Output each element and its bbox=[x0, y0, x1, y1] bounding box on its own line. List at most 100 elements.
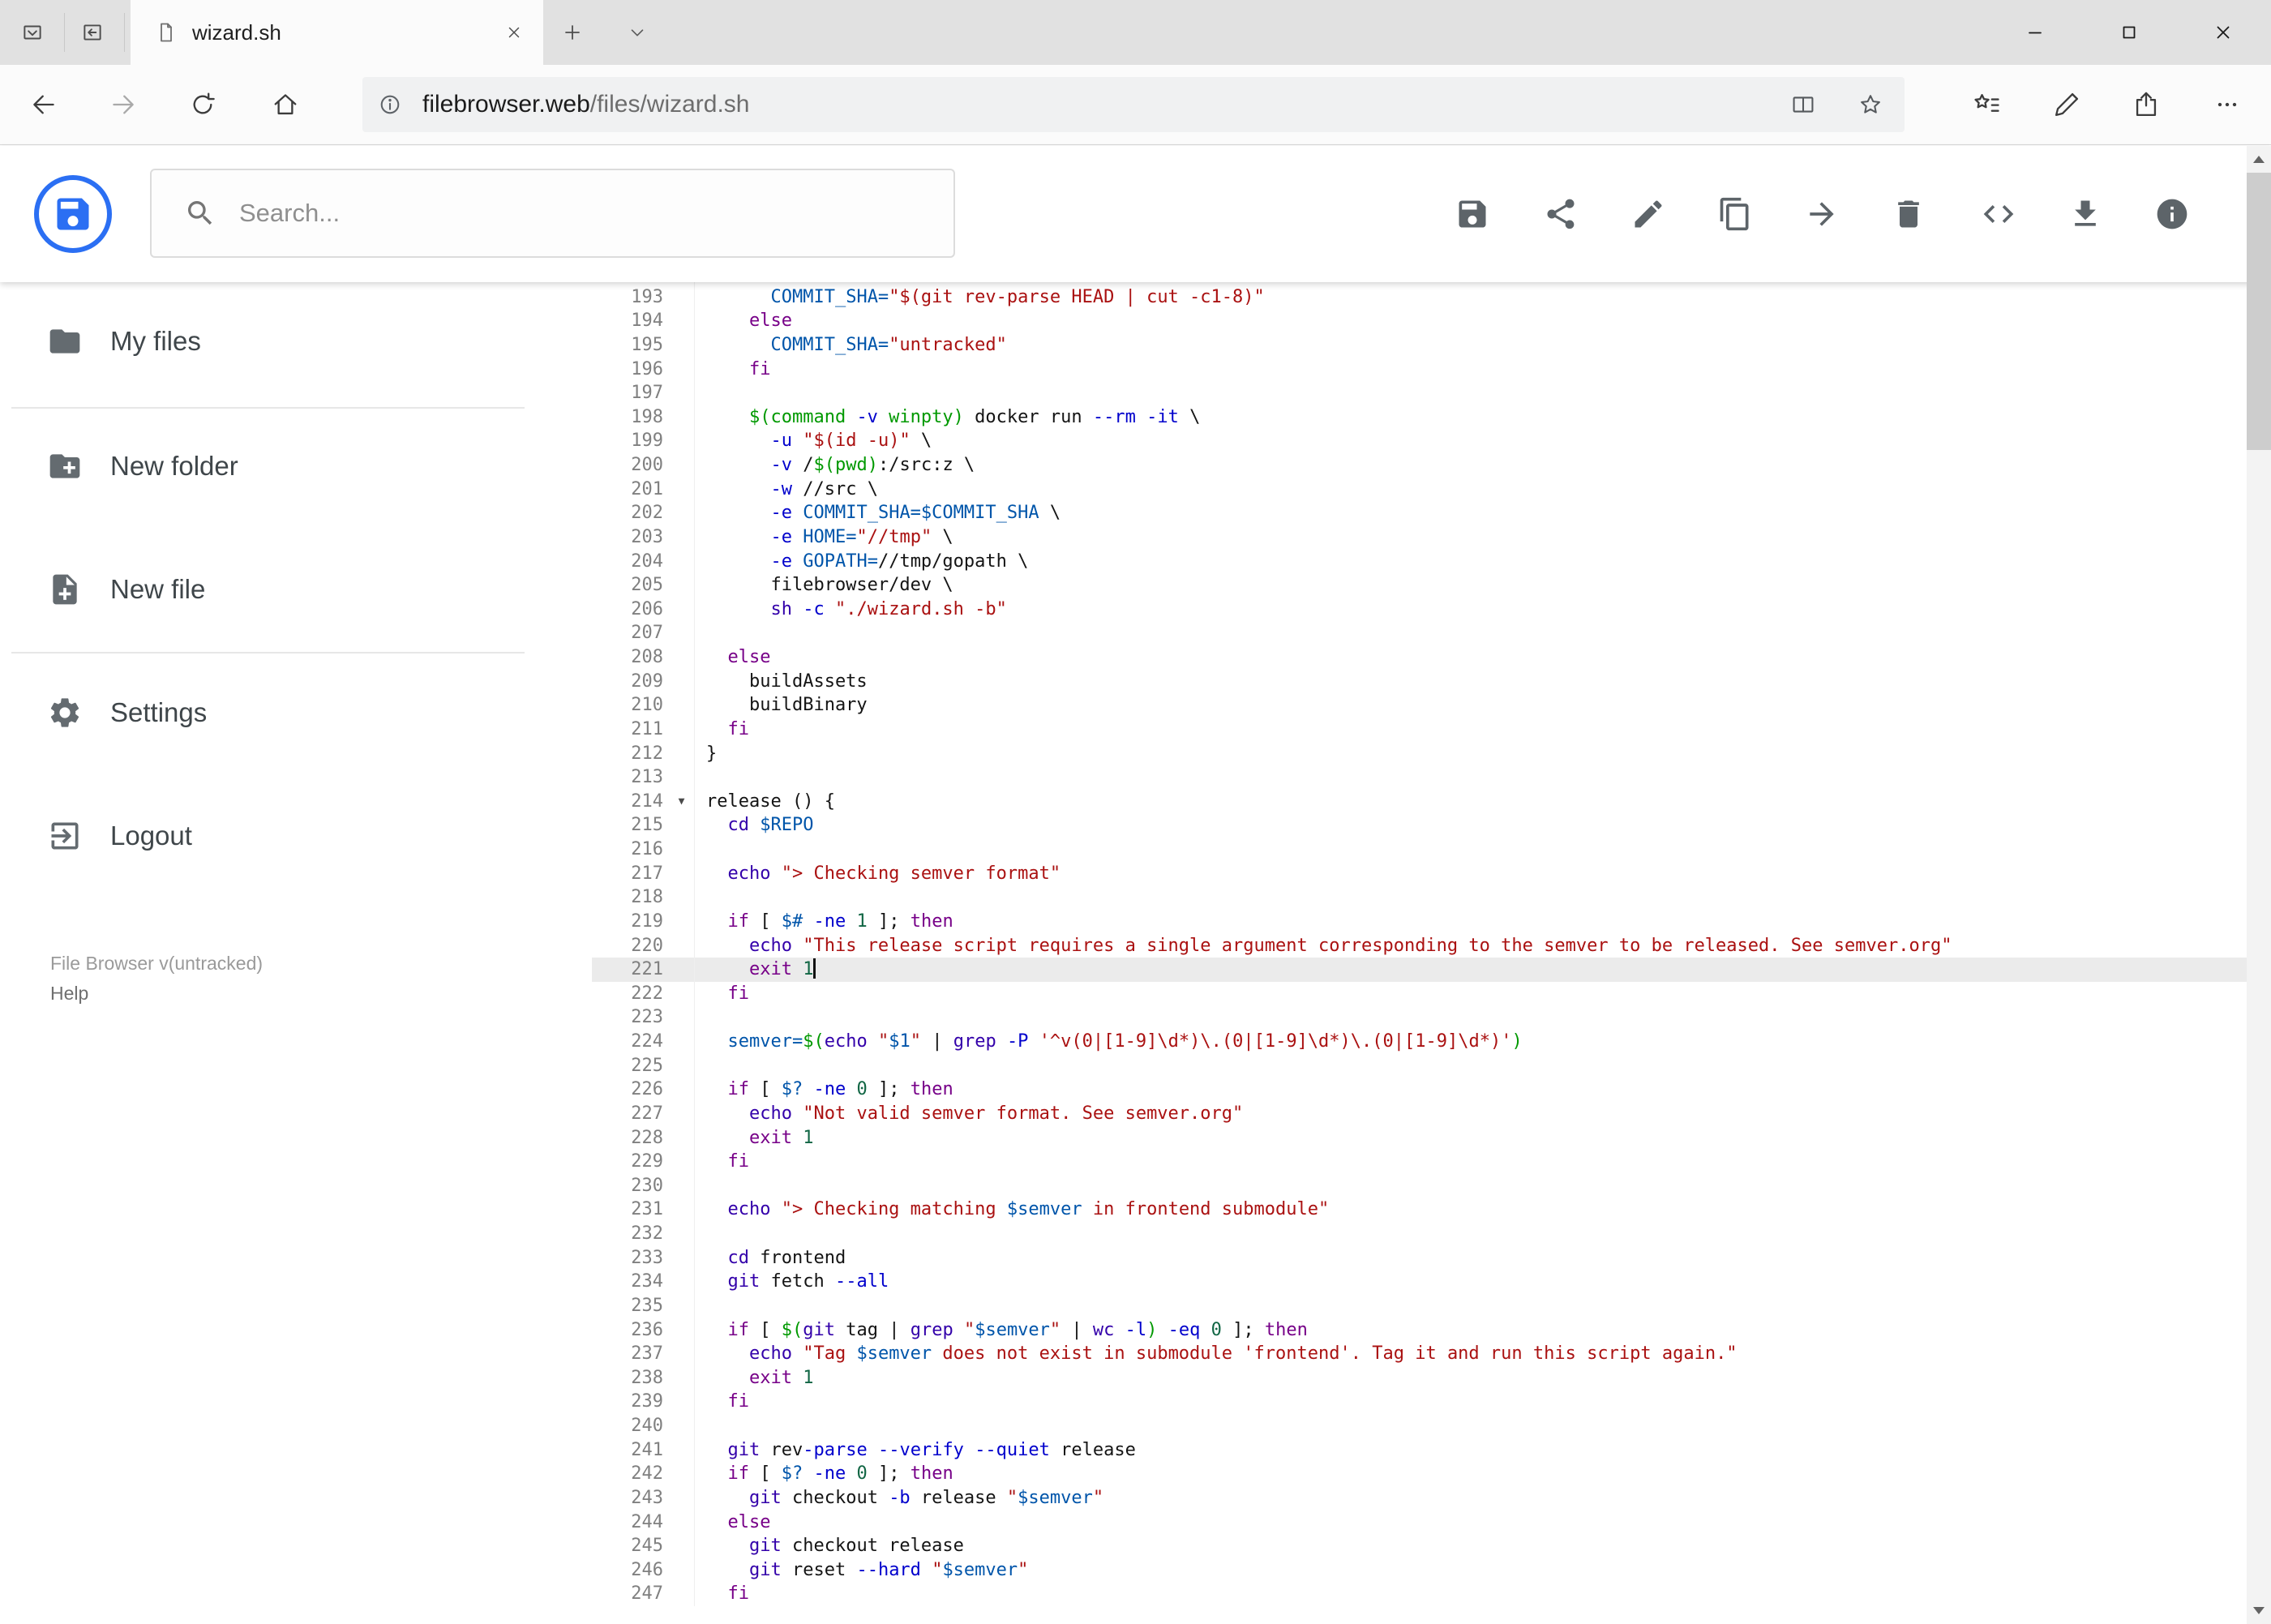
code-line[interactable]: 220 echo "This release script requires a… bbox=[592, 933, 2247, 958]
code-line[interactable]: 224 semver=$(echo "$1" | grep -P '^v(0|[… bbox=[592, 1030, 2247, 1054]
code-line[interactable]: 231 echo "> Checking matching $semver in… bbox=[592, 1198, 2247, 1222]
code-line[interactable]: 240 bbox=[592, 1414, 2247, 1438]
code-line[interactable]: 229 fi bbox=[592, 1150, 2247, 1174]
code-line[interactable]: 201 -w //src \ bbox=[592, 477, 2247, 502]
window-minimize-button[interactable] bbox=[1988, 0, 2082, 65]
search-input[interactable] bbox=[238, 198, 873, 229]
code-line[interactable]: 238 exit 1 bbox=[592, 1365, 2247, 1390]
hub-button[interactable] bbox=[1958, 75, 2016, 134]
code-line[interactable]: 207 bbox=[592, 621, 2247, 645]
code-view-button[interactable] bbox=[1963, 178, 2034, 250]
filebrowser-logo[interactable] bbox=[34, 175, 112, 253]
code-line[interactable]: 230 bbox=[592, 1173, 2247, 1198]
code-line[interactable]: 225 bbox=[592, 1053, 2247, 1078]
code-line[interactable]: 219 if [ $# -ne 1 ]; then bbox=[592, 909, 2247, 934]
back-button[interactable] bbox=[15, 75, 73, 134]
add-favorite-button[interactable] bbox=[1848, 90, 1893, 119]
window-maximize-button[interactable] bbox=[2082, 0, 2176, 65]
code-line[interactable]: 205 filebrowser/dev \ bbox=[592, 573, 2247, 598]
code-line[interactable]: 202 -e COMMIT_SHA=$COMMIT_SHA \ bbox=[592, 501, 2247, 525]
code-line[interactable]: 245 git checkout release bbox=[592, 1534, 2247, 1558]
download-button[interactable] bbox=[2050, 178, 2121, 250]
sidebar-item-logout[interactable]: Logout bbox=[0, 787, 592, 885]
code-line[interactable]: 242 if [ $? -ne 0 ]; then bbox=[592, 1462, 2247, 1486]
sidebar-item-new-folder[interactable]: New folder bbox=[0, 418, 592, 515]
copy-button[interactable] bbox=[1699, 178, 1771, 250]
fold-toggle-icon[interactable]: ▼ bbox=[669, 789, 695, 814]
url-text[interactable]: filebrowser.web/files/wizard.sh bbox=[422, 91, 750, 118]
code-line[interactable]: 223 bbox=[592, 1005, 2247, 1030]
code-line[interactable]: 211 fi bbox=[592, 717, 2247, 742]
move-button[interactable] bbox=[1786, 178, 1858, 250]
code-line[interactable]: 195 COMMIT_SHA="untracked" bbox=[592, 332, 2247, 358]
reading-view-button[interactable] bbox=[1780, 90, 1826, 119]
tab-list-dropdown-button[interactable] bbox=[613, 11, 662, 54]
code-line[interactable]: 199 -u "$(id -u)" \ bbox=[592, 429, 2247, 453]
forward-button[interactable] bbox=[94, 75, 152, 134]
code-line[interactable]: 209 buildAssets bbox=[592, 669, 2247, 694]
code-line[interactable]: 196 fi bbox=[592, 357, 2247, 382]
code-line[interactable]: 210 buildBinary bbox=[592, 693, 2247, 718]
code-line[interactable]: 228 exit 1 bbox=[592, 1125, 2247, 1151]
code-line[interactable]: 193 COMMIT_SHA="$(git rev-parse HEAD | c… bbox=[592, 285, 2247, 310]
share-button[interactable] bbox=[2117, 75, 2175, 134]
code-line[interactable]: 233 cd frontend bbox=[592, 1245, 2247, 1270]
code-line[interactable]: 204 -e GOPATH=//tmp/gopath \ bbox=[592, 549, 2247, 574]
code-line[interactable]: 218 bbox=[592, 885, 2247, 910]
code-line[interactable]: 234 git fetch --all bbox=[592, 1270, 2247, 1294]
code-line[interactable]: 214 ▼ release () { bbox=[592, 789, 2247, 814]
scrollbar-thumb[interactable] bbox=[2247, 173, 2271, 450]
tab-preview-button[interactable] bbox=[11, 11, 54, 54]
code-line[interactable]: 206 sh -c "./wizard.sh -b" bbox=[592, 597, 2247, 622]
code-line[interactable]: 237 echo "Tag $semver does not exist in … bbox=[592, 1342, 2247, 1366]
sidebar-item-settings[interactable]: Settings bbox=[0, 664, 592, 761]
code-line[interactable]: 235 bbox=[592, 1293, 2247, 1318]
code-line[interactable]: 236 if [ $(git tag | grep "$semver" | wc… bbox=[592, 1318, 2247, 1343]
code-line[interactable]: 213 bbox=[592, 765, 2247, 790]
code-line[interactable]: 212} bbox=[592, 741, 2247, 766]
share-file-button[interactable] bbox=[1525, 178, 1596, 250]
save-button[interactable] bbox=[1437, 178, 1508, 250]
code-line[interactable]: 222 fi bbox=[592, 981, 2247, 1006]
browser-tab-wizard-sh[interactable]: wizard.sh bbox=[131, 0, 543, 65]
code-line[interactable]: 203 -e HOME="//tmp" \ bbox=[592, 525, 2247, 550]
code-line[interactable]: 198 $(command -v winpty) docker run --rm… bbox=[592, 405, 2247, 430]
code-line[interactable]: 246 git reset --hard "$semver" bbox=[592, 1558, 2247, 1583]
code-line[interactable]: 216 bbox=[592, 838, 2247, 862]
code-editor[interactable]: 192 if [ -d "/.git" ]; then193 COMMIT_SH… bbox=[592, 282, 2247, 1624]
code-line[interactable]: 247 fi bbox=[592, 1582, 2247, 1606]
code-line[interactable]: 217 echo "> Checking semver format" bbox=[592, 861, 2247, 886]
code-line[interactable]: 243 git checkout -b release "$semver" bbox=[592, 1485, 2247, 1510]
code-line[interactable]: 208 else bbox=[592, 645, 2247, 670]
code-line[interactable]: 200 -v /$(pwd):/src:z \ bbox=[592, 453, 2247, 478]
scroll-up-arrow-icon[interactable] bbox=[2253, 156, 2265, 163]
rename-button[interactable] bbox=[1613, 178, 1684, 250]
web-note-button[interactable] bbox=[2037, 75, 2096, 134]
search-box[interactable] bbox=[150, 169, 955, 258]
set-tabs-aside-button[interactable] bbox=[71, 11, 114, 54]
code-line[interactable]: 241 git rev-parse --verify --quiet relea… bbox=[592, 1438, 2247, 1463]
delete-button[interactable] bbox=[1873, 178, 1944, 250]
address-bar[interactable]: filebrowser.web/files/wizard.sh bbox=[362, 77, 1905, 132]
sidebar-item-new-file[interactable]: New file bbox=[0, 541, 592, 638]
info-button[interactable] bbox=[2136, 178, 2208, 250]
sidebar-item-my-files[interactable]: My files bbox=[0, 293, 592, 390]
refresh-button[interactable] bbox=[174, 75, 232, 134]
code-line[interactable]: 194 else bbox=[592, 309, 2247, 333]
scroll-down-arrow-icon[interactable] bbox=[2253, 1607, 2265, 1614]
tab-close-button[interactable] bbox=[491, 10, 537, 55]
new-tab-button[interactable] bbox=[548, 11, 597, 54]
code-line[interactable]: 221 exit 1 bbox=[592, 958, 2247, 982]
code-line[interactable]: 244 else bbox=[592, 1510, 2247, 1535]
page-scrollbar[interactable] bbox=[2247, 146, 2271, 1624]
help-link[interactable]: Help bbox=[50, 979, 263, 1009]
browser-menu-button[interactable] bbox=[2198, 75, 2256, 134]
site-info-icon[interactable] bbox=[377, 92, 403, 118]
code-line[interactable]: 232 bbox=[592, 1222, 2247, 1246]
window-close-button[interactable] bbox=[2176, 0, 2270, 65]
code-line[interactable]: 215 cd $REPO bbox=[592, 813, 2247, 838]
home-button[interactable] bbox=[256, 75, 315, 134]
code-line[interactable]: 197 bbox=[592, 381, 2247, 405]
code-line[interactable]: 226 if [ $? -ne 0 ]; then bbox=[592, 1078, 2247, 1102]
code-line[interactable]: 239 fi bbox=[592, 1390, 2247, 1414]
